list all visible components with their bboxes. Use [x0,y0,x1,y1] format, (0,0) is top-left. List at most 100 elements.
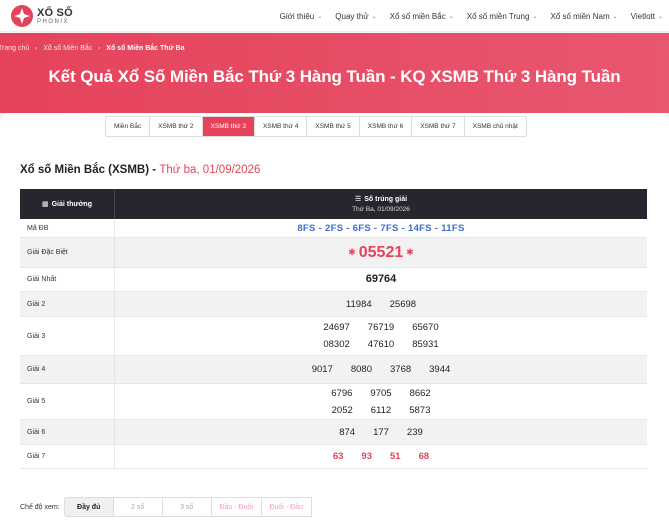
tab-day[interactable]: XSMB thứ 3 [202,117,255,136]
view-mode: Chế độ xem: Đầy đủ 2 số 3 số Đầu - Đuôi Đuôi… [20,497,312,517]
table-row: Giải 7 63 93 51 68 [20,445,647,469]
prize-number: 177 [373,426,389,438]
tab-day[interactable]: XSMB thứ 5 [307,117,360,136]
view-mode-button[interactable]: Đuôi - Đầu [260,497,312,517]
nav-item[interactable]: Quay thử ⌄ [335,12,376,21]
chevron-down-icon: ⌄ [371,13,377,20]
table-row: Giải Đặc Biệt ✱ 05521 ✱ [20,238,647,268]
tab-day[interactable]: XSMB thứ 7 [412,117,465,136]
number-line: 69764 [115,271,647,288]
section-title-text: Xổ số Miền Bắc (XSMB) [20,164,150,176]
main-menu: Giới thiệu ⌄ Quay thử ⌄ Xổ số miền Bắc ⌄ Xổ số… [267,0,663,32]
nav-item[interactable]: Xổ số miền Nam ⌄ [550,12,617,21]
prize-number: 9705 [370,387,392,399]
chevron-down-icon: ⌄ [448,13,454,20]
page-title: Kết Quả Xổ Số Miền Bắc Thứ 3 Hàng Tuần -… [48,67,621,86]
view-mode-options: Đầy đủ 2 số 3 số Đầu - Đuôi Đuôi - Đầu [63,497,312,517]
prize-numbers: 69764 [115,268,647,291]
prize-label: Giải Nhất [20,268,115,291]
number-line: 2052 6112 5873 [115,402,647,419]
prize-number: 3768 [390,364,412,375]
tab-day[interactable]: XSMB thứ 2 [150,117,203,136]
prize-number: 25698 [389,298,417,310]
day-tabs: Miền Bắc XSMB thứ 2 XSMB thứ 3 XSMB thứ 4 XS… [105,116,527,137]
prize-number: 6112 [370,404,392,416]
logo-star-icon [11,5,33,27]
results-table: ▦ Giải thưởng ☰ Số trúng giải Thứ Ba, 01/… [20,189,647,469]
table-row: Mã ĐB 8FS - 2FS - 6FS - 7FS - 14FS - 11FS [20,219,647,238]
prize-number: 239 [406,426,423,438]
prize-numbers: 9017 8080 3768 3944 [115,356,647,383]
table-row: Giải 5 6796 9705 8662 2052 6112 5873 [20,384,647,420]
view-mode-button[interactable]: 2 số [112,497,163,517]
prize-number: 9017 [311,364,333,375]
prize-number: 8080 [350,364,372,375]
prize-number: 8FS - 2FS - 6FS - 7FS - 14FS - 11FS [297,222,465,234]
section-title: Xổ số Miền Bắc (XSMB) - Thứ ba, 01/09/20… [20,164,260,176]
prize-label: Mã ĐB [20,219,115,237]
nav-item-label: Xổ số miền Trung [466,11,530,21]
gear-icon: ✱ [406,247,414,257]
tab-day[interactable]: XSMB thứ 6 [360,117,413,136]
nav-item[interactable]: Vietlott ⌄ [631,12,663,21]
prize-number: 5873 [409,404,431,416]
section-title-dash: - [149,164,160,176]
prize-numbers: 8FS - 2FS - 6FS - 7FS - 14FS - 11FS [115,219,647,237]
nav-item-label: Xổ số miền Nam [550,11,610,21]
prize-numbers: ✱ 05521 ✱ [115,238,647,267]
prize-numbers: 63 93 51 68 [115,445,647,468]
results-card: Miền Bắc XSMB thứ 2 XSMB thứ 3 XSMB thứ 4 XS… [0,113,669,523]
tab-day[interactable]: XSMB chủ nhật [465,117,526,136]
prize-numbers: 6796 9705 8662 2052 6112 5873 [115,384,647,419]
view-mode-button[interactable]: Đầy đủ [63,497,114,517]
chevron-down-icon: ⌄ [657,13,663,20]
nav-item[interactable]: Xổ số miền Bắc ⌄ [390,12,454,21]
calendar-icon: ▦ [41,201,49,208]
prize-numbers: 874 177 239 [115,420,647,444]
view-mode-label: Chế độ xem: [20,503,60,511]
breadcrumb: Trang chủ › Xổ số Miền Bắc › Xổ số Miền Bắc … [0,45,185,52]
table-row: Giải 3 24697 76719 65670 08302 47610 85931 [20,317,647,356]
tab-day[interactable]: Miền Bắc [106,117,151,136]
site-logo[interactable]: XỔ SỐ PHONIX [10,4,73,28]
section-date: Thứ ba, 01/09/2026 [159,164,261,176]
chevron-right-icon: › [35,45,38,52]
prize-number: 8662 [409,387,431,399]
prize-number: 76719 [367,322,395,333]
number-line: 08302 47610 85931 [115,336,647,353]
special-prize-value: 05521 [358,244,404,261]
prize-label: Giải 6 [20,420,115,444]
gear-icon: ✱ [348,247,356,257]
view-mode-button[interactable]: 3 số [161,497,212,517]
col-numbers-label: Số trúng giải [364,196,408,203]
prize-numbers: 11984 25698 [115,292,647,316]
prize-label: Giải 2 [20,292,115,316]
prize-number: 3944 [429,364,451,375]
view-mode-button[interactable]: Đầu - Đuôi [210,497,262,517]
table-row: Giải 2 11984 25698 [20,292,647,317]
prize-number: 2052 [331,404,353,416]
prize-label: Giải 7 [20,445,115,468]
tab-day[interactable]: XSMB thứ 4 [255,117,308,136]
nav-item-label: Xổ số miền Bắc [389,11,446,21]
prize-number: 65670 [412,322,439,333]
nav-item-label: Quay thử [335,11,369,21]
top-navbar: XỔ SỐ PHONIX Giới thiệu ⌄ Quay thử ⌄ Xổ số m… [0,0,669,32]
prize-number: 11984 [345,298,372,310]
draw-date: Thứ Ba, 01/09/2026 [352,206,410,213]
logo-subtitle: PHONIX [37,18,70,25]
breadcrumb-item[interactable]: Trang chủ [0,45,29,52]
prize-number: 47610 [367,339,395,350]
nav-item[interactable]: Xổ số miền Trung ⌄ [467,12,538,21]
table-row: Giải Nhất 69764 [20,268,647,292]
col-prize-header: ▦ Giải thưởng [20,189,115,219]
table-row: Giải 6 874 177 239 [20,420,647,445]
nav-item-label: Giới thiệu [279,11,315,21]
nav-item[interactable]: Giới thiệu ⌄ [280,12,323,21]
prize-number: 93 [361,451,372,462]
prize-number: 874 [339,426,356,438]
number-line: 24697 76719 65670 [115,319,647,336]
prize-number: 69764 [365,273,397,285]
breadcrumb-item[interactable]: Xổ số Miền Bắc [43,45,92,52]
chevron-down-icon: ⌄ [532,13,538,20]
